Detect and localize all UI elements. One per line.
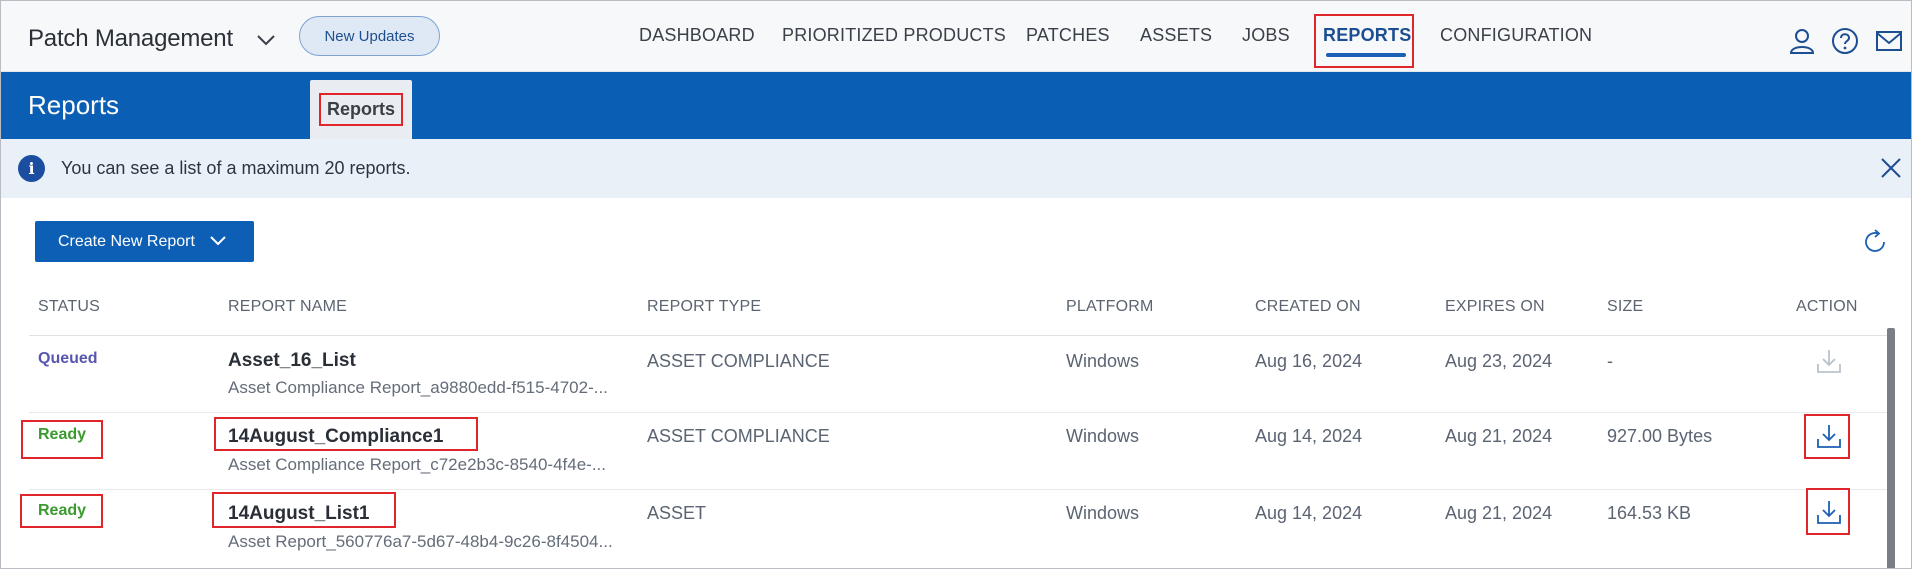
column-header-status[interactable]: STATUS bbox=[38, 298, 100, 316]
report-type: ASSET COMPLIANCE bbox=[647, 351, 830, 371]
report-file-name: Asset Compliance Report_a9880edd-f515-47… bbox=[228, 378, 608, 397]
column-header-expires-on[interactable]: EXPIRES ON bbox=[1445, 298, 1545, 316]
help-icon[interactable] bbox=[1830, 26, 1860, 56]
expires-on: Aug 23, 2024 bbox=[1445, 351, 1553, 371]
page-header: Reports Reports bbox=[1, 72, 1911, 139]
highlight-box bbox=[1314, 14, 1414, 68]
report-type: ASSET COMPLIANCE bbox=[647, 426, 830, 446]
report-file-name: Asset Compliance Report_c72e2b3c-8540-4f… bbox=[228, 455, 606, 474]
platform: Windows bbox=[1066, 351, 1140, 371]
create-new-report-label: Create New Report bbox=[58, 232, 195, 250]
close-icon[interactable] bbox=[1878, 155, 1904, 181]
scrollbar[interactable] bbox=[1887, 328, 1895, 568]
create-new-report-button[interactable]: Create New Report bbox=[35, 221, 254, 262]
column-header-report-name[interactable]: REPORT NAME bbox=[228, 298, 347, 316]
nav-assets[interactable]: ASSETS bbox=[1140, 25, 1212, 46]
download-icon bbox=[1817, 350, 1841, 373]
expires-on: Aug 21, 2024 bbox=[1445, 503, 1553, 523]
column-header-created-on[interactable]: CREATED ON bbox=[1255, 298, 1361, 316]
tab-reports-label: Reports bbox=[318, 93, 403, 126]
highlight-box bbox=[21, 420, 103, 459]
report-name: Asset_16_List bbox=[228, 350, 356, 371]
created-on: Aug 14, 2024 bbox=[1255, 426, 1363, 446]
highlight-box bbox=[1804, 414, 1850, 459]
created-on: Aug 14, 2024 bbox=[1255, 503, 1363, 523]
size: 927.00 Bytes bbox=[1607, 426, 1713, 446]
highlight-box bbox=[212, 492, 396, 528]
column-header-size[interactable]: SIZE bbox=[1607, 298, 1643, 316]
nav-jobs[interactable]: JOBS bbox=[1242, 25, 1290, 46]
highlight-box bbox=[214, 417, 478, 451]
tab-reports[interactable]: Reports bbox=[310, 80, 412, 139]
app-title: Patch Management bbox=[28, 25, 233, 52]
info-banner: i You can see a list of a maximum 20 rep… bbox=[1, 139, 1911, 198]
user-icon[interactable] bbox=[1787, 26, 1817, 56]
divider bbox=[29, 489, 1889, 490]
divider bbox=[29, 335, 1889, 336]
created-on: Aug 16, 2024 bbox=[1255, 351, 1363, 371]
nav-prioritized-products[interactable]: PRIORITIZED PRODUCTS bbox=[782, 25, 1006, 46]
chevron-down-icon bbox=[210, 236, 226, 246]
column-header-action: ACTION bbox=[1796, 298, 1858, 315]
platform: Windows bbox=[1066, 426, 1140, 446]
nav-configuration[interactable]: CONFIGURATION bbox=[1440, 25, 1592, 46]
nav-patches[interactable]: PATCHES bbox=[1026, 25, 1110, 46]
nav-dashboard[interactable]: DASHBOARD bbox=[639, 25, 755, 46]
chevron-down-icon[interactable] bbox=[255, 31, 277, 49]
highlight-box bbox=[20, 494, 103, 528]
info-text: You can see a list of a maximum 20 repor… bbox=[61, 158, 411, 178]
info-icon: i bbox=[18, 155, 45, 182]
platform: Windows bbox=[1066, 503, 1140, 523]
size: 164.53 KB bbox=[1607, 503, 1692, 523]
app-window: Patch Management New Updates DASHBOARD P… bbox=[0, 0, 1912, 569]
refresh-icon[interactable] bbox=[1860, 227, 1890, 257]
column-header-platform[interactable]: PLATFORM bbox=[1066, 298, 1154, 316]
report-type: ASSET bbox=[647, 503, 707, 523]
column-header-report-type[interactable]: REPORT TYPE bbox=[647, 298, 761, 316]
top-bar: Patch Management New Updates DASHBOARD P… bbox=[1, 1, 1911, 72]
size: - bbox=[1607, 351, 1613, 371]
new-updates-button[interactable]: New Updates bbox=[299, 16, 440, 56]
highlight-box bbox=[1806, 488, 1850, 535]
expires-on: Aug 21, 2024 bbox=[1445, 426, 1553, 446]
mail-icon[interactable] bbox=[1874, 26, 1904, 56]
divider bbox=[29, 412, 1889, 413]
report-file-name: Asset Report_560776a7-5d67-48b4-9c26-8f4… bbox=[228, 532, 613, 551]
status-badge: Queued bbox=[38, 350, 98, 367]
page-title: Reports bbox=[28, 90, 120, 120]
